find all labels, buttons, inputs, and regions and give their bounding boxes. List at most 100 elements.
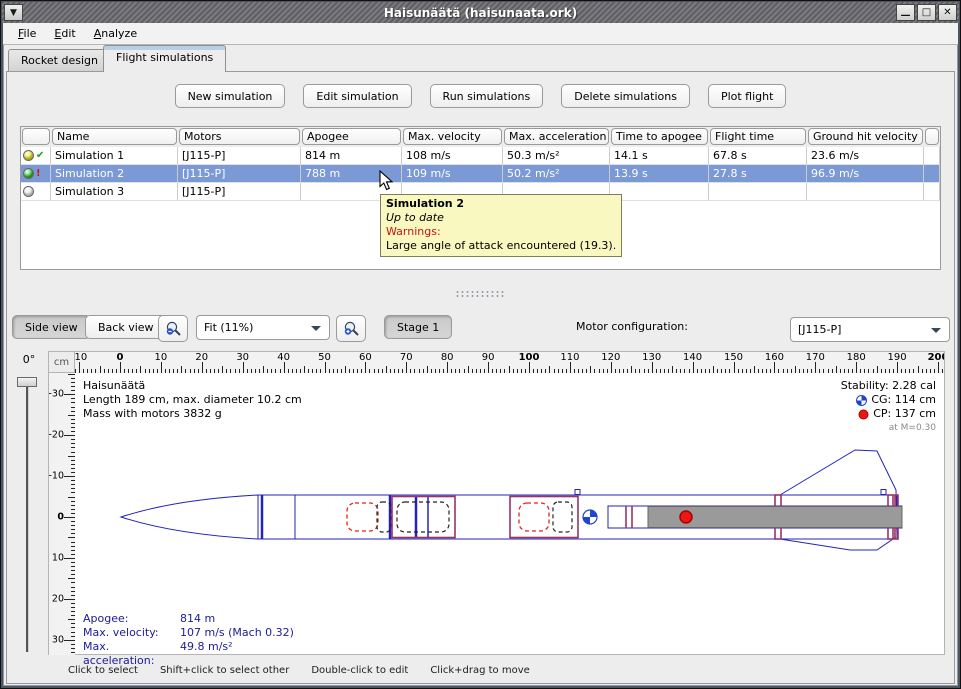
cell-max-velocity[interactable]: 108 m/s (402, 147, 503, 165)
col-max-acceleration[interactable]: Max. acceleration (504, 128, 609, 145)
title-bar[interactable]: ▼ Haisunäätä (haisunaata.ork) — □ ✕ (2, 2, 959, 23)
plot-flight-button[interactable]: Plot flight (708, 84, 786, 108)
status-mark-icon: ✔ (36, 150, 44, 161)
ruler-label: -10 (75, 352, 87, 363)
zoom-in-button[interactable] (336, 315, 366, 342)
table-row-simulation-2[interactable]: ! Simulation 2 [J115-P] 788 m 109 m/s 50… (21, 165, 940, 183)
ruler-label: -10 (48, 471, 64, 482)
cell-max-acceleration[interactable]: 50.3 m/s² (503, 147, 610, 165)
col-time-to-apogee[interactable]: Time to apogee (611, 128, 708, 145)
ruler-label: 100 (519, 352, 540, 363)
tab-rocket-design[interactable]: Rocket design (8, 49, 111, 72)
rotation-slider-handle[interactable] (17, 377, 37, 387)
cp-legend-icon (858, 409, 869, 420)
window-menu-button[interactable]: ▼ (4, 4, 23, 21)
cell-time-to-apogee[interactable]: 14.1 s (610, 147, 709, 165)
cell-name[interactable]: Simulation 2 (51, 165, 178, 183)
stage-1-toggle[interactable]: Stage 1 (384, 315, 452, 339)
ruler-label: 140 (683, 352, 702, 363)
rotation-angle-value: 0° (10, 353, 48, 366)
table-row-simulation-1[interactable]: ✔ Simulation 1 [J115-P] 814 m 108 m/s 50… (21, 147, 940, 165)
menu-analyze[interactable]: Analyze (85, 25, 146, 42)
stability-info: Stability: 2.28 cal CG: 114 cm CP: 137 c… (841, 379, 936, 435)
ruler-label: 130 (642, 352, 661, 363)
ruler-tick (202, 362, 203, 373)
motor-configuration-value: [J115-P] (791, 323, 925, 336)
split-pane-divider[interactable] (0, 287, 961, 299)
close-button[interactable]: ✕ (938, 4, 957, 21)
cell-time-to-apogee[interactable]: 13.9 s (610, 165, 709, 183)
rocket-mass: Mass with motors 3832 g (83, 407, 302, 421)
minimize-button[interactable]: — (896, 4, 915, 21)
ruler-tick (263, 366, 264, 373)
mouse-cursor-icon (379, 170, 394, 191)
col-name[interactable]: Name (52, 128, 177, 145)
ruler-tick (64, 640, 75, 641)
maximize-button[interactable]: □ (917, 4, 936, 21)
ruler-tick (64, 394, 75, 395)
window-title: Haisunäätä (haisunaata.ork) (2, 6, 959, 20)
zoom-select[interactable]: Fit (11%) (196, 315, 330, 340)
edit-simulation-button[interactable]: Edit simulation (303, 84, 411, 108)
cell-name[interactable]: Simulation 1 (51, 147, 178, 165)
col-max-velocity[interactable]: Max. velocity (403, 128, 502, 145)
ruler-label: 90 (482, 352, 495, 363)
cp-marker-icon (680, 511, 692, 523)
cell-motors[interactable]: [J115-P] (178, 147, 301, 165)
rotation-slider-track[interactable] (26, 378, 28, 652)
ruler-tick (897, 362, 898, 373)
ruler-tick (877, 366, 878, 373)
ruler-tick (68, 619, 75, 620)
cell-motors[interactable]: [J115-P] (178, 183, 301, 201)
rocket-canvas[interactable]: Haisunäätä Length 189 cm, max. diameter … (75, 373, 945, 655)
cell-flight-time[interactable]: 27.8 s (709, 165, 807, 183)
delete-simulations-button[interactable]: Delete simulations (561, 84, 690, 108)
back-view-button[interactable]: Back view (85, 315, 167, 339)
ruler-label: 200 (928, 352, 945, 363)
cell-name[interactable]: Simulation 3 (51, 183, 178, 201)
col-status[interactable] (22, 128, 50, 145)
tab-flight-simulations[interactable]: Flight simulations (103, 45, 226, 72)
cell-ground-hit-velocity[interactable] (807, 183, 924, 201)
ruler-tick (64, 558, 75, 559)
ruler-label: 20 (195, 352, 208, 363)
motor-configuration-select[interactable]: [J115-P] (790, 317, 950, 342)
side-view-button[interactable]: Side view (12, 315, 91, 339)
cg-value: CG: 114 cm (871, 393, 936, 407)
zoom-out-button[interactable] (158, 315, 188, 342)
hint-double-click: Double-click to edit (311, 665, 408, 676)
cell-ground-hit-velocity[interactable]: 23.6 m/s (807, 147, 924, 165)
menu-edit[interactable]: Edit (45, 25, 84, 42)
cell-max-velocity[interactable]: 109 m/s (402, 165, 503, 183)
ruler-tick (64, 476, 75, 477)
ruler-tick (161, 362, 162, 373)
ruler-tick (938, 362, 939, 373)
cell-time-to-apogee[interactable] (610, 183, 709, 201)
cell-flight-time[interactable] (709, 183, 807, 201)
ruler-tick (488, 362, 489, 373)
magnifier-minus-icon (165, 320, 182, 337)
col-apogee[interactable]: Apogee (302, 128, 401, 145)
menu-file[interactable]: File (9, 25, 45, 42)
col-stub (925, 128, 939, 145)
col-ground-hit-velocity[interactable]: Ground hit velocity (808, 128, 923, 145)
cell-flight-time[interactable]: 67.8 s (709, 147, 807, 165)
shock-cord-2 (397, 502, 449, 532)
col-motors[interactable]: Motors (179, 128, 300, 145)
ruler-label: 110 (560, 352, 579, 363)
motor-configuration-label: Motor configuration: (576, 320, 688, 333)
ruler-tick (549, 366, 550, 373)
menu-bar: File Edit Analyze (3, 23, 958, 45)
run-simulations-button[interactable]: Run simulations (430, 84, 544, 108)
col-flight-time[interactable]: Flight time (710, 128, 806, 145)
new-simulation-button[interactable]: New simulation (175, 84, 286, 108)
hint-shift-click: Shift+click to select other (160, 665, 289, 676)
cell-max-acceleration[interactable]: 50.2 m/s² (503, 165, 610, 183)
ruler-tick (345, 366, 346, 373)
hint-click-drag: Click+drag to move (430, 665, 529, 676)
cell-motors[interactable]: [J115-P] (178, 165, 301, 183)
parachute-red-1 (347, 503, 378, 531)
cell-apogee[interactable]: 814 m (301, 147, 402, 165)
cell-ground-hit-velocity[interactable]: 96.9 m/s (807, 165, 924, 183)
vertical-ruler: -30-20-100102030 (48, 373, 75, 655)
